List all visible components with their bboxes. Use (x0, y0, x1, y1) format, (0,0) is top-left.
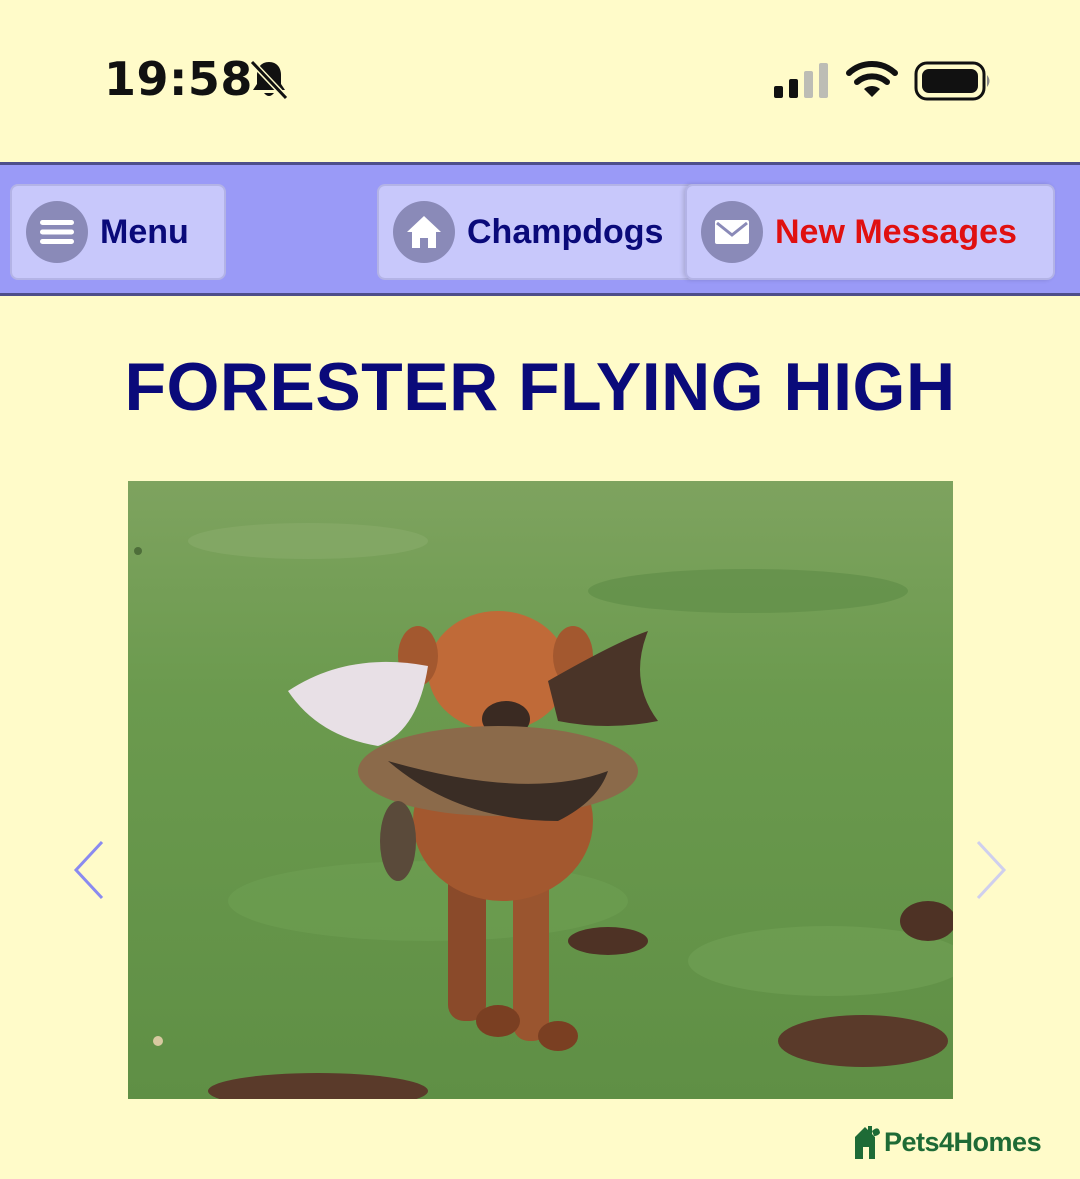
new-messages-button[interactable]: New Messages (685, 184, 1055, 280)
nav-bar: Menu Champdogs New Messages (0, 162, 1080, 296)
status-bar: 19:58 (0, 0, 1080, 162)
champdogs-home-button[interactable]: Champdogs (377, 184, 707, 280)
menu-label: Menu (100, 212, 189, 251)
battery-icon (914, 61, 990, 101)
page-title: FORESTER FLYING HIGH (124, 349, 956, 425)
new-messages-label: New Messages (775, 212, 1017, 251)
gallery-photo[interactable] (128, 481, 953, 1099)
status-time: 19:58 (104, 52, 253, 106)
menu-button[interactable]: Menu (10, 184, 226, 280)
chevron-left-icon[interactable] (70, 838, 110, 902)
envelope-icon (701, 201, 763, 263)
signal-icon (774, 63, 828, 98)
hamburger-icon (26, 201, 88, 263)
chevron-right-icon[interactable] (970, 838, 1010, 902)
pets4homes-logo-icon (855, 1126, 880, 1159)
champdogs-label: Champdogs (467, 212, 664, 251)
bell-slash-icon (249, 59, 289, 101)
pets4homes-logo: Pets4Homes (852, 1122, 1042, 1162)
home-icon (393, 201, 455, 263)
pets4homes-text: Pets4Homes (884, 1126, 1042, 1157)
wifi-icon (846, 61, 898, 97)
